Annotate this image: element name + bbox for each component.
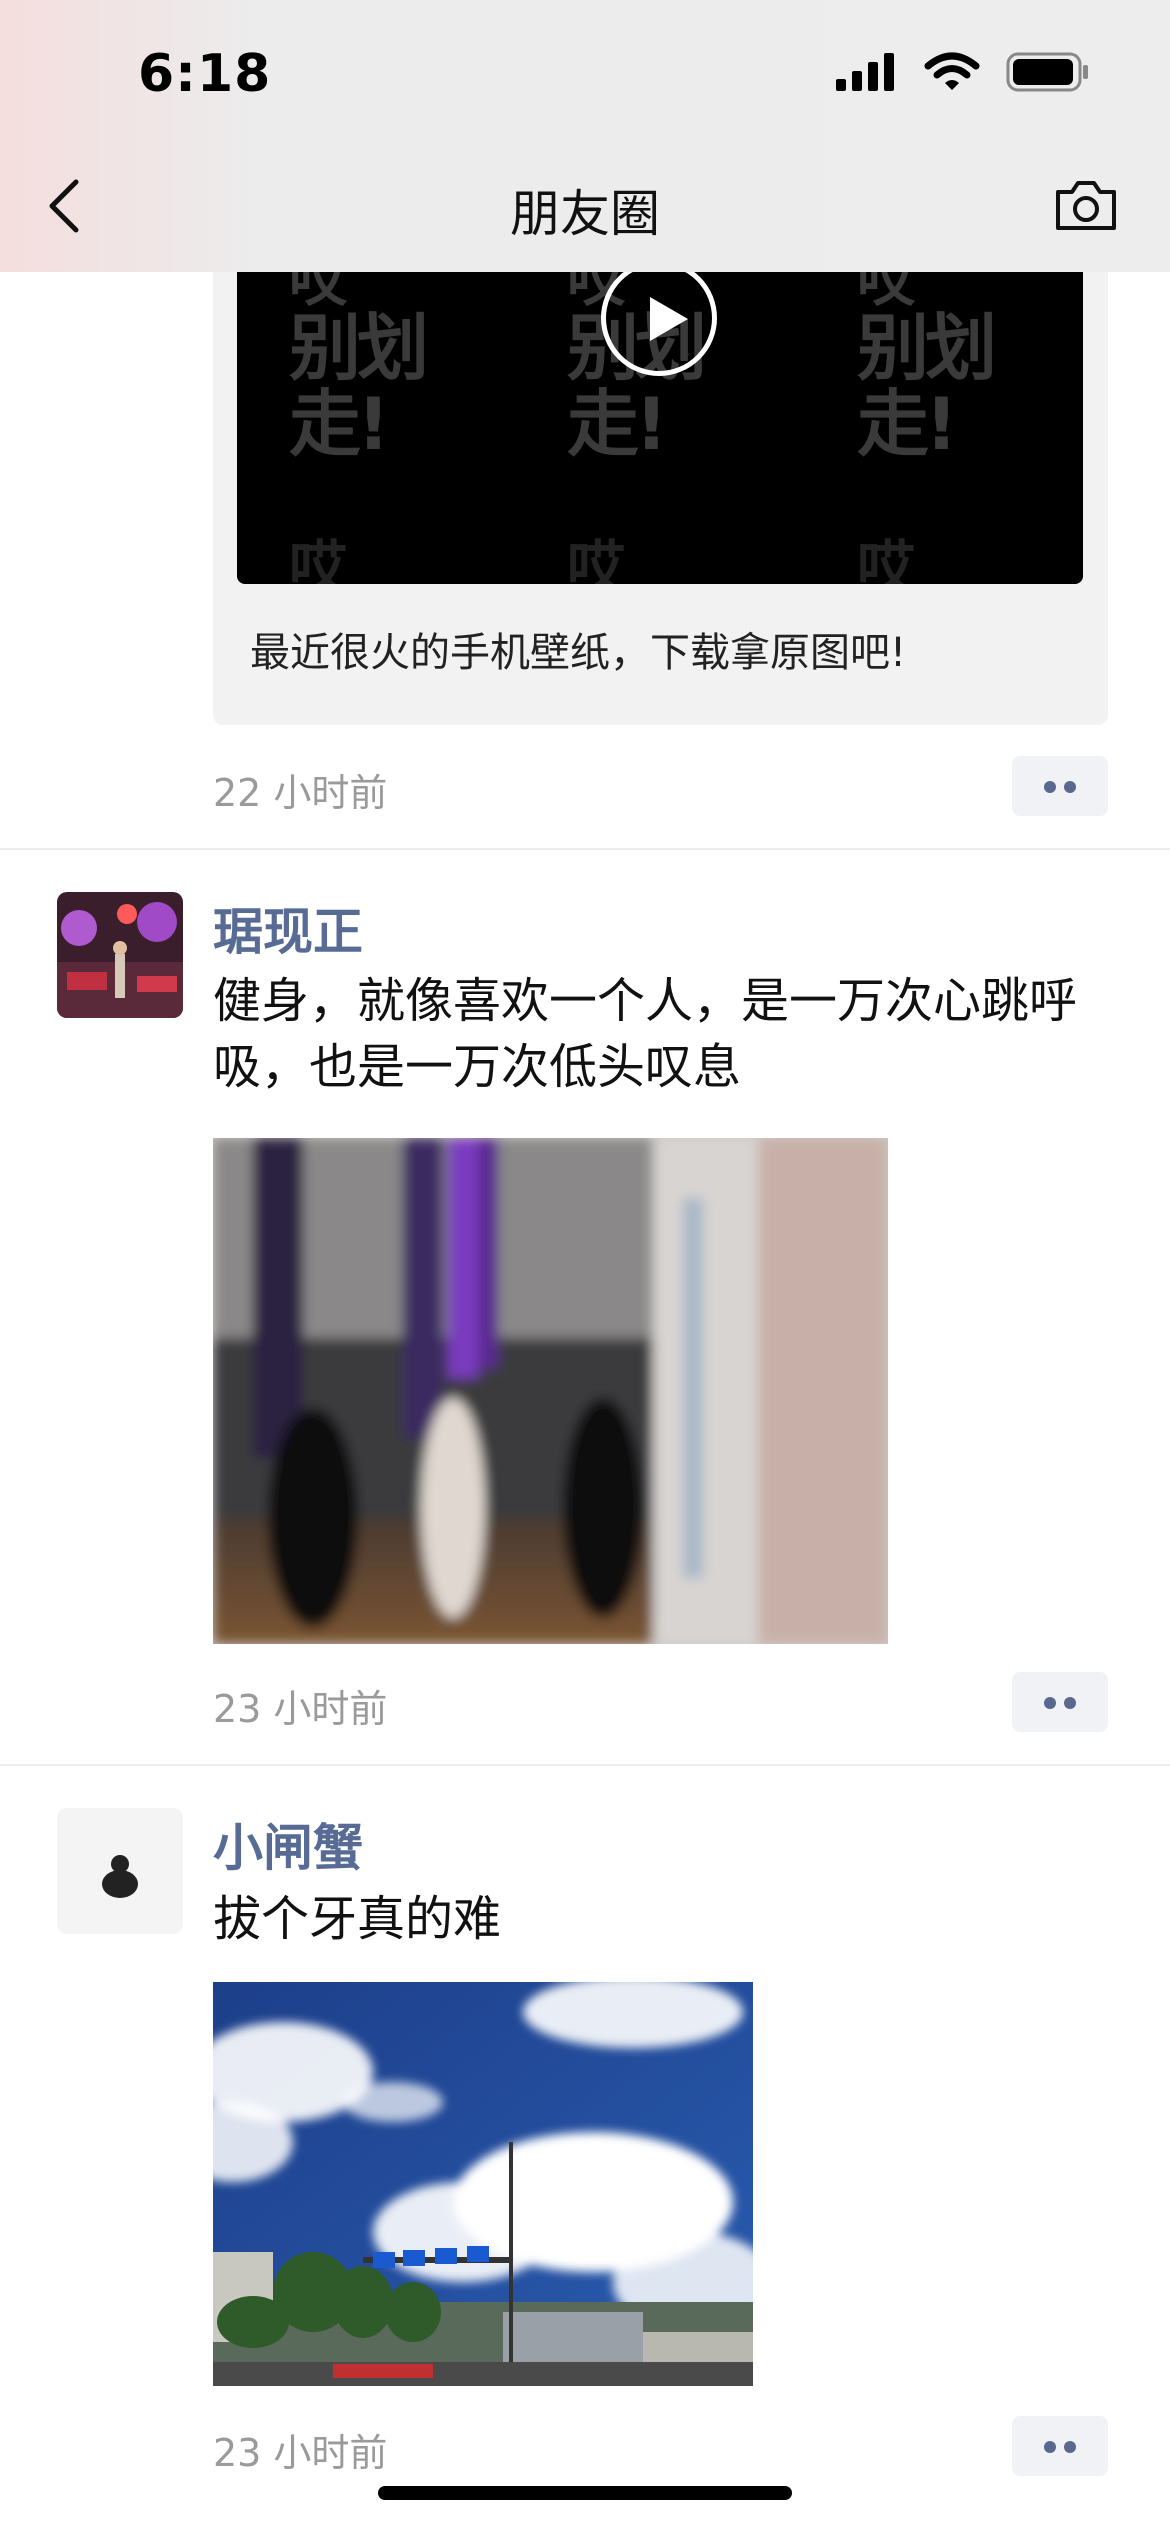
play-icon[interactable] <box>601 260 717 376</box>
post-timestamp: 23 小时前 <box>213 1687 388 1731</box>
video-thumbnail[interactable]: 哎 别划走! 哎 哎 别划走! 哎 哎 别划走! 哎 <box>237 250 1083 584</box>
cellular-signal-icon <box>836 53 894 91</box>
battery-icon <box>1006 52 1088 92</box>
post-username[interactable]: 小闸蟹 <box>213 1808 363 1880</box>
post-divider <box>0 1764 1170 1766</box>
post-username[interactable]: 琚现正 <box>213 892 363 964</box>
video-watermark: 哎 别划走! 哎 <box>857 250 997 584</box>
page-title: 朋友圈 <box>510 185 660 243</box>
avatar-image <box>102 1855 138 1898</box>
post-photo[interactable] <box>213 1138 888 1644</box>
post-timestamp: 22 小时前 <box>213 771 388 815</box>
status-icons <box>836 52 1090 92</box>
moments-feed[interactable]: 哎 别划走! 哎 哎 别划走! 哎 哎 别划走! 哎 最近很火的手机壁纸，下载拿… <box>0 0 1170 2532</box>
status-time: 6:18 <box>138 44 272 104</box>
more-actions-button[interactable] <box>1012 1672 1108 1732</box>
post-timestamp: 23 小时前 <box>213 2431 388 2475</box>
avatar[interactable] <box>57 892 183 1018</box>
sky-street-photo <box>213 1982 753 2386</box>
home-indicator[interactable] <box>378 2486 792 2500</box>
post-text: 健身，就像喜欢一个人，是一万次心跳呼吸，也是一万次低头叹息 <box>213 973 1078 1095</box>
post-photo[interactable] <box>213 1982 753 2386</box>
post-text: 拔个牙真的难 <box>213 1891 502 1947</box>
wifi-icon <box>924 52 980 90</box>
avatar[interactable] <box>57 1808 183 1934</box>
avatar-image <box>57 892 183 1018</box>
camera-icon[interactable] <box>1054 178 1118 232</box>
gym-photo <box>213 1138 888 1644</box>
more-actions-button[interactable] <box>1012 756 1108 816</box>
top-bar: 6:18 朋友圈 <box>0 0 1170 272</box>
share-caption: 最近很火的手机壁纸，下载拿原图吧! <box>250 630 907 676</box>
more-actions-button[interactable] <box>1012 2416 1108 2476</box>
video-watermark: 哎 别划走! 哎 <box>289 250 429 584</box>
post-divider <box>0 848 1170 850</box>
